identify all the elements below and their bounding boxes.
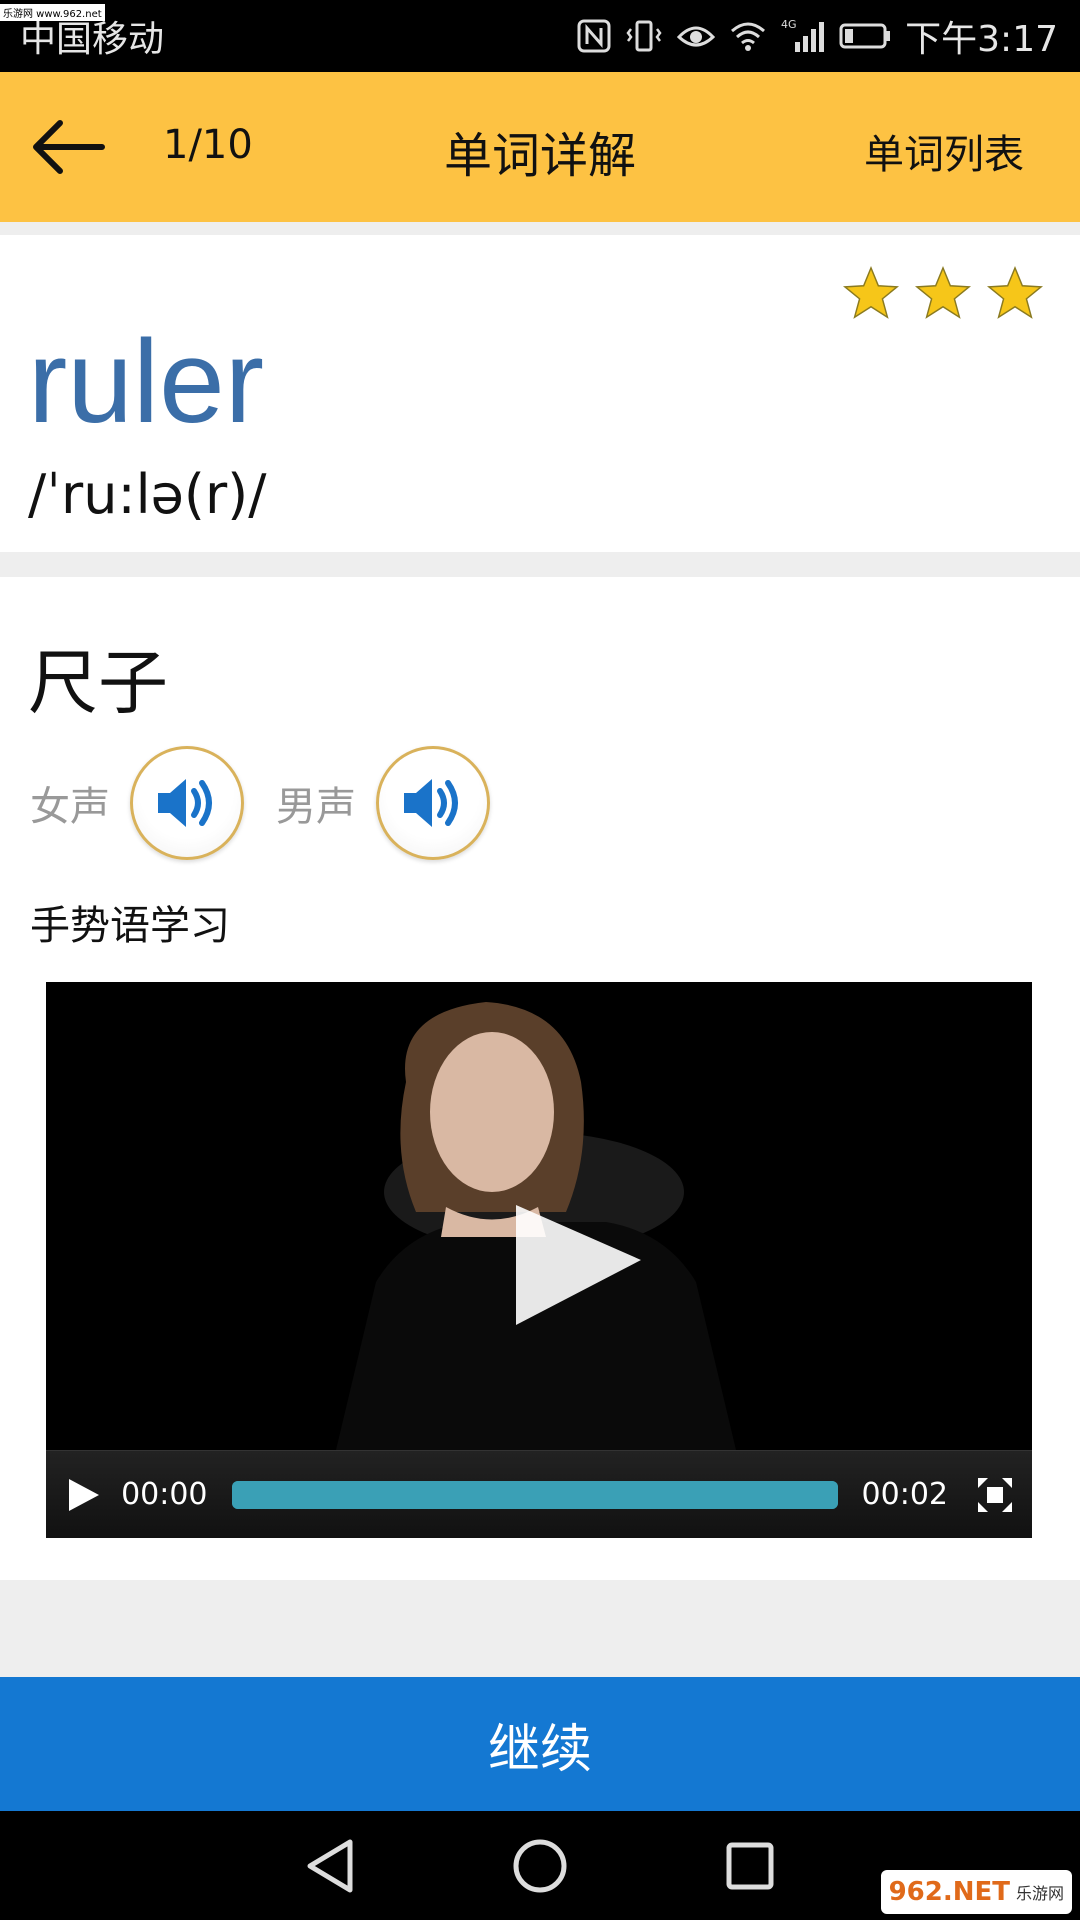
vibrate-icon — [625, 16, 663, 56]
male-voice-button[interactable] — [376, 746, 490, 860]
star-icon — [914, 265, 972, 319]
cellular-signal-icon: 4G — [781, 16, 825, 56]
clock-label: 下午3:17 — [905, 19, 1058, 60]
word-progress-counter: 1/10 — [163, 122, 253, 168]
video-progress-fill — [231, 1480, 838, 1509]
watermark-label: 乐游网 www.962.net — [0, 4, 105, 21]
arrow-left-icon — [33, 120, 105, 174]
eye-icon — [677, 16, 716, 56]
svg-text:4G: 4G — [781, 18, 797, 31]
site-logo-sub: 乐游网 — [1015, 1884, 1064, 1903]
circle-home-icon — [513, 1839, 567, 1892]
video-controls: 00:00 00:02 — [46, 1450, 1032, 1538]
nav-back-button[interactable] — [300, 1836, 360, 1896]
nav-home-button[interactable] — [510, 1836, 570, 1896]
rating-stars — [842, 265, 1044, 323]
system-nav-bar: 962.NET 乐游网 — [0, 1811, 1080, 1920]
app-bar: 1/10 单词详解 单词列表 — [0, 72, 1080, 222]
word-text: ruler — [28, 316, 265, 448]
video-duration: 00:02 — [861, 1477, 948, 1512]
play-icon — [68, 1478, 99, 1511]
phonetic-text: /ˈru:lə(r)/ — [28, 463, 267, 526]
nav-recents-button[interactable] — [720, 1836, 780, 1896]
star-icon — [986, 265, 1044, 319]
word-card: ruler /ˈru:lə(r)/ — [0, 235, 1080, 552]
nfc-icon — [577, 16, 611, 56]
back-button[interactable] — [30, 112, 110, 182]
female-voice-button[interactable] — [130, 746, 244, 860]
video-current-time: 00:00 — [121, 1477, 208, 1512]
word-list-button[interactable]: 单词列表 — [864, 122, 1024, 180]
meaning-card: 尺子 女声 男声 手势语学习 00:00 00:02 — [0, 577, 1080, 1580]
male-voice-label: 男声 — [276, 784, 356, 830]
site-logo: 962.NET 乐游网 — [880, 1870, 1072, 1914]
status-icons: 4G 下午3:17 — [577, 10, 1058, 62]
star-icon — [842, 265, 900, 319]
status-bar: 中国移动 4G 下午3:17 — [0, 0, 1080, 72]
speaker-icon — [404, 779, 458, 827]
wifi-icon — [729, 16, 767, 56]
female-voice-label: 女声 — [30, 784, 110, 830]
square-recents-icon — [726, 1842, 774, 1889]
fullscreen-icon — [978, 1477, 1012, 1512]
fullscreen-button[interactable] — [976, 1475, 1014, 1515]
video-play-button[interactable] — [64, 1473, 101, 1517]
pronunciation-row: 女声 男声 — [30, 745, 522, 861]
sign-language-video[interactable]: 00:00 00:02 — [46, 982, 1032, 1538]
play-overlay-icon[interactable] — [506, 1200, 646, 1330]
meaning-text: 尺子 — [28, 642, 168, 724]
speaker-icon — [158, 779, 212, 827]
continue-button[interactable]: 继续 — [0, 1677, 1080, 1811]
video-progress-bar[interactable] — [231, 1480, 838, 1509]
triangle-back-icon — [307, 1839, 353, 1892]
battery-icon — [839, 16, 891, 56]
site-logo-main: 962.NET — [888, 1877, 1010, 1907]
sign-language-title: 手势语学习 — [30, 903, 230, 949]
